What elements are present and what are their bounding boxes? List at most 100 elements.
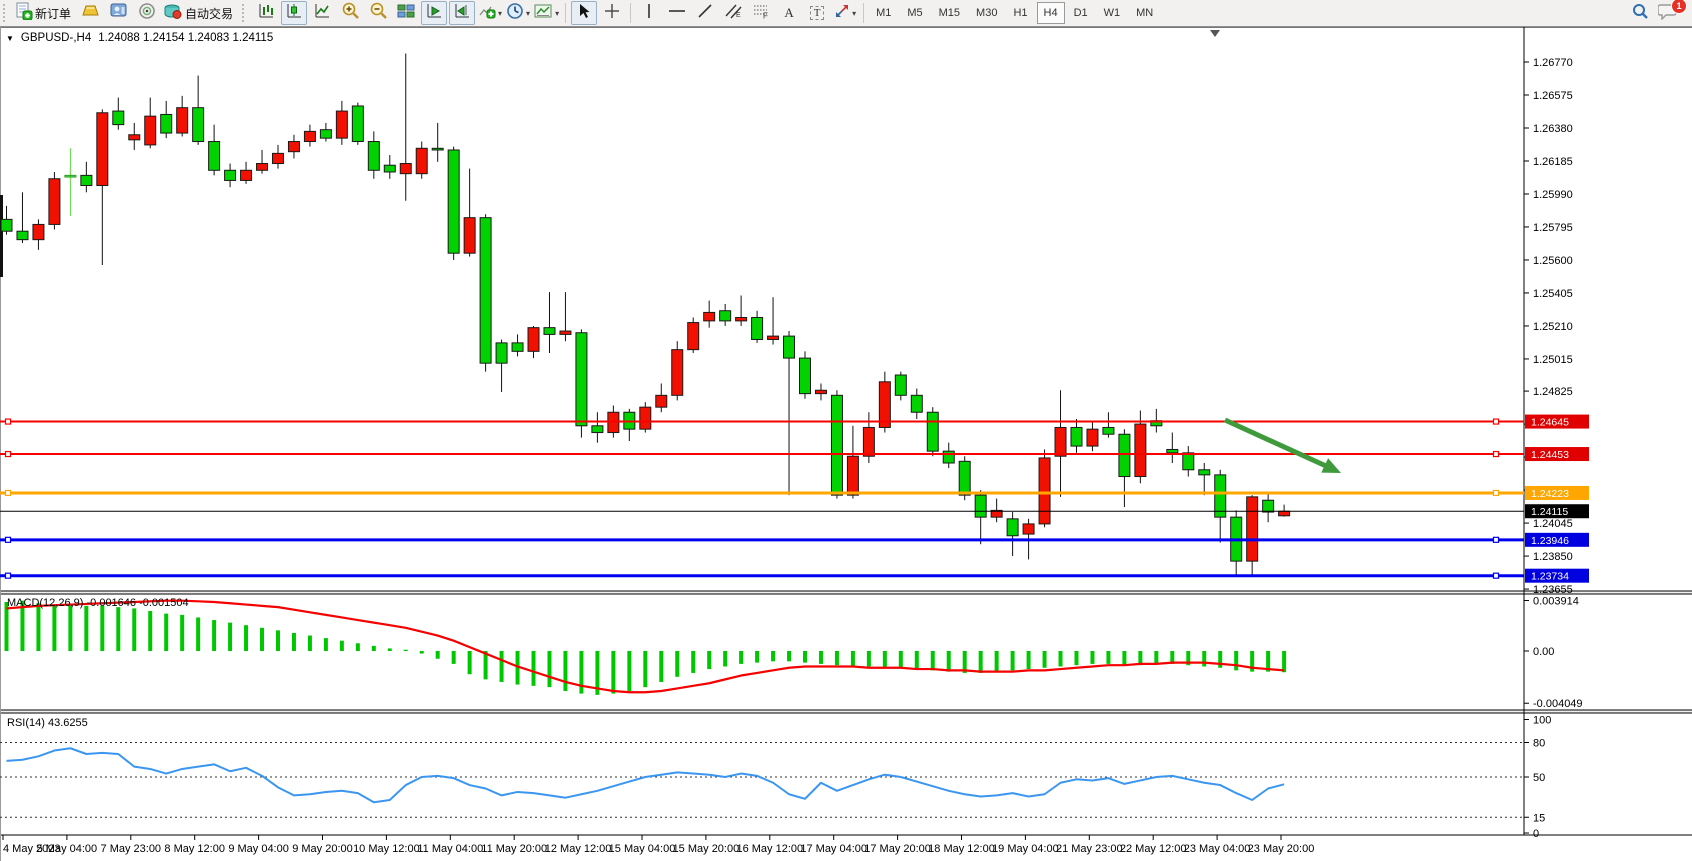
macd-histogram-bar <box>563 651 567 691</box>
macd-histogram-bar <box>372 646 376 651</box>
macd-histogram-bar <box>1282 651 1286 672</box>
line-handle[interactable] <box>1494 573 1499 578</box>
zoom-in-button[interactable] <box>337 1 363 25</box>
timeframe-m30-button[interactable]: M30 <box>969 2 1004 24</box>
date-axis-label: 9 May 20:00 <box>292 843 353 855</box>
candle-body <box>1087 429 1098 446</box>
trendline-button[interactable] <box>692 1 718 25</box>
macd-histogram-bar <box>340 641 344 651</box>
collapse-chart-icon[interactable]: ▼ <box>6 34 14 43</box>
line-handle[interactable] <box>1494 537 1499 542</box>
candle-body <box>1135 424 1146 476</box>
cursor-button[interactable] <box>571 1 597 25</box>
candle-body <box>193 108 204 142</box>
candle-body <box>1055 427 1066 456</box>
candle-body <box>847 456 858 495</box>
date-axis-label: 18 May 12:00 <box>928 843 995 855</box>
candle-body <box>943 451 954 463</box>
reports-button[interactable] <box>106 1 132 25</box>
candle-body <box>1263 500 1274 512</box>
timeframe-h1-button[interactable]: H1 <box>1006 2 1034 24</box>
candle-body <box>1119 434 1130 476</box>
timeframe-mn-button[interactable]: MN <box>1129 2 1160 24</box>
timeframe-m5-button[interactable]: M5 <box>900 2 929 24</box>
line-handle[interactable] <box>6 490 11 495</box>
notifications-button[interactable]: 1 <box>1655 1 1681 25</box>
candlestick-chart-icon <box>285 3 303 24</box>
timeframe-h4-button[interactable]: H4 <box>1037 2 1065 24</box>
macd-values-text: -0.001646 -0.001504 <box>86 597 188 609</box>
vertical-line-button[interactable] <box>636 1 662 25</box>
equidistant-channel-button[interactable]: E <box>720 1 746 25</box>
macd-histogram-bar <box>292 633 296 651</box>
zoom-out-icon <box>369 2 388 25</box>
gold-bar-button[interactable] <box>78 1 104 25</box>
timeframe-w1-button[interactable]: W1 <box>1097 2 1128 24</box>
date-axis-label: 17 May 04:00 <box>800 843 867 855</box>
date-axis-label: 7 May 23:00 <box>101 843 162 855</box>
search-button[interactable] <box>1627 1 1653 25</box>
crosshair-button[interactable] <box>599 1 625 25</box>
timeframe-d1-button[interactable]: D1 <box>1067 2 1095 24</box>
candlestick-chart-button[interactable] <box>281 1 307 25</box>
macd-histogram-bar <box>68 605 72 651</box>
candle-body <box>688 323 699 350</box>
auto-trading-button[interactable]: 自动交易 <box>162 1 238 25</box>
toolbar-grip[interactable] <box>3 4 10 22</box>
macd-histogram-bar <box>228 623 232 651</box>
chevron-down-icon: ▾ <box>852 9 856 18</box>
price-axis-label: 1.25210 <box>1533 321 1573 333</box>
cursor-icon <box>577 3 591 24</box>
toolbar-grip[interactable] <box>242 4 249 22</box>
line-chart-button[interactable] <box>309 1 335 25</box>
line-handle[interactable] <box>1494 419 1499 424</box>
chart-header: ▼ GBPUSD-,H4 1.24088 1.24154 1.24083 1.2… <box>6 32 273 44</box>
bar-chart-icon <box>257 3 275 24</box>
date-axis-label: 16 May 12:00 <box>736 843 803 855</box>
line-handle[interactable] <box>6 419 11 424</box>
candle-body <box>704 312 715 320</box>
macd-histogram-bar <box>899 651 903 668</box>
line-handle[interactable] <box>6 452 11 457</box>
sounds-button[interactable] <box>134 1 160 25</box>
timeframe-m15-button[interactable]: M15 <box>932 2 967 24</box>
auto-scroll-button[interactable] <box>421 1 447 25</box>
price-axis-label: 1.25015 <box>1533 354 1573 366</box>
candle-body <box>113 111 124 125</box>
arrows-button[interactable]: ▾ <box>832 1 858 25</box>
indicators-icon <box>478 3 496 24</box>
text-button[interactable]: A <box>776 1 802 25</box>
text-label-button[interactable]: T <box>804 1 830 25</box>
fibonacci-button[interactable]: F <box>748 1 774 25</box>
chart-shift-button[interactable] <box>449 1 475 25</box>
indicators-button[interactable]: ▾ <box>477 1 503 25</box>
chart-window[interactable]: 1.267701.265751.263801.261851.259901.257… <box>0 27 1692 861</box>
horizontal-line-button[interactable] <box>664 1 690 25</box>
macd-histogram-bar <box>212 620 216 651</box>
date-axis-label: 12 May 12:00 <box>545 843 612 855</box>
zoom-out-button[interactable] <box>365 1 391 25</box>
candle-body <box>65 175 76 177</box>
macd-histogram-bar <box>276 630 280 651</box>
line-handle[interactable] <box>1494 490 1499 495</box>
periods-button[interactable]: ▾ <box>505 1 531 25</box>
chart-surface[interactable]: 1.267701.265751.263801.261851.259901.257… <box>0 27 1692 861</box>
macd-histogram-bar <box>500 651 504 682</box>
timeframe-m1-button[interactable]: M1 <box>869 2 898 24</box>
line-handle[interactable] <box>1494 452 1499 457</box>
line-handle[interactable] <box>6 573 11 578</box>
new-order-button[interactable]: 新订单 <box>14 1 76 25</box>
macd-histogram-bar <box>787 651 791 661</box>
tile-windows-button[interactable] <box>393 1 419 25</box>
templates-button[interactable]: ▾ <box>533 1 560 25</box>
price-axis-label: 1.26575 <box>1533 90 1573 102</box>
line-handle[interactable] <box>6 537 11 542</box>
rsi-title-text: RSI(14) <box>7 717 45 729</box>
macd-histogram-bar <box>931 651 935 670</box>
bar-chart-button[interactable] <box>253 1 279 25</box>
candle-body <box>97 113 108 186</box>
date-axis-label: 21 May 23:00 <box>1056 843 1123 855</box>
candle-body <box>560 331 571 334</box>
macd-histogram-bar <box>1059 651 1063 666</box>
macd-histogram-bar <box>675 651 679 677</box>
